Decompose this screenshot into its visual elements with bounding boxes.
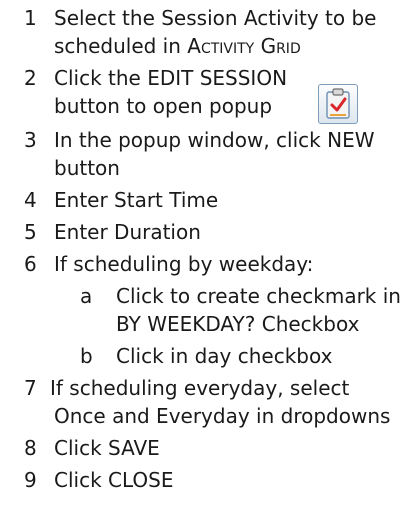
- step-number: 6: [24, 252, 37, 276]
- step-number: 4: [24, 188, 37, 212]
- step-text: button: [54, 156, 120, 180]
- step-text: Select the Session Activity to be: [54, 6, 377, 30]
- step-text-wrap: scheduled in Activity Grid: [54, 34, 301, 58]
- step-number: 1: [24, 6, 37, 30]
- step-number: 3: [24, 128, 37, 152]
- substep-text: BY WEEKDAY? Checkbox: [116, 312, 360, 336]
- step-text: Enter Duration: [54, 220, 201, 244]
- step-text: Enter Start Time: [54, 188, 219, 212]
- substep-text: Click in day checkbox: [116, 344, 333, 368]
- step-number: 7: [24, 376, 37, 400]
- step-text: Click CLOSE: [54, 468, 174, 492]
- activity-grid-label: Activity Grid: [187, 34, 301, 58]
- step-text: Click SAVE: [54, 436, 160, 460]
- substep-text: Click to create checkmark in: [116, 284, 401, 308]
- step-text: Once and Everyday in dropdowns: [54, 404, 391, 428]
- step-text-part: scheduled in: [54, 34, 188, 58]
- step-number: 8: [24, 436, 37, 460]
- clipboard-check-icon: [326, 88, 350, 119]
- step-text: Click the EDIT SESSION: [54, 66, 288, 90]
- edit-session-icon: [318, 84, 358, 124]
- step-number: 5: [24, 220, 37, 244]
- step-text: If scheduling by weekday:: [54, 252, 314, 276]
- step-number: 2: [24, 66, 37, 90]
- step-text: In the popup window, click NEW: [54, 128, 375, 152]
- substep-letter: a: [80, 284, 93, 308]
- step-text: button to open popup: [54, 94, 273, 118]
- step-number: 9: [24, 468, 37, 492]
- step-text: If scheduling everyday, select: [50, 376, 350, 400]
- substep-letter: b: [80, 344, 93, 368]
